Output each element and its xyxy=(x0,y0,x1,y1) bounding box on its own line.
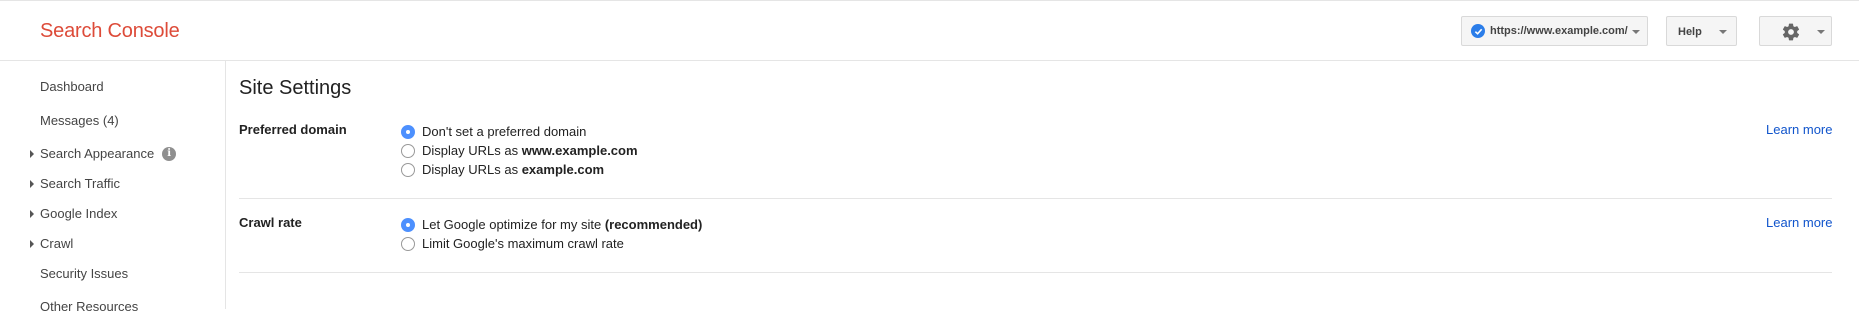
sidebar-item-label: Search Traffic xyxy=(40,176,120,191)
expand-arrow-icon xyxy=(30,239,34,248)
crawl-rate-option-limit[interactable]: Limit Google's maximum crawl rate xyxy=(401,236,624,251)
preferred-domain-option-none[interactable]: Don't set a preferred domain xyxy=(401,124,586,139)
learn-more-link-crawl-rate[interactable]: Learn more xyxy=(1766,215,1832,230)
radio-button[interactable] xyxy=(401,162,415,177)
sidebar-item-other-resources[interactable]: Other Resources xyxy=(40,299,138,314)
top-bar: Search Console https://www.example.com/ … xyxy=(0,0,1859,61)
sidebar-item-label: Security Issues xyxy=(40,266,129,281)
chevron-down-icon xyxy=(1817,30,1825,34)
option-label-domain: www.example.com xyxy=(521,143,638,158)
property-url: https://www.example.com/ xyxy=(1490,25,1628,37)
sidebar-item-security-issues[interactable]: Security Issues xyxy=(40,266,128,281)
preferred-domain-option-www[interactable]: Display URLs as www.example.com xyxy=(401,143,638,158)
gear-icon xyxy=(1782,23,1800,41)
learn-more-link-preferred-domain[interactable]: Learn more xyxy=(1766,122,1832,137)
brand-logo[interactable]: Search Console xyxy=(40,20,180,43)
sidebar-item-google-index[interactable]: Google Index xyxy=(30,206,118,221)
option-label: Limit Google's maximum crawl rate xyxy=(422,236,624,251)
settings-button[interactable] xyxy=(1759,16,1832,46)
option-label: Let Google optimize for my site xyxy=(422,217,605,232)
verified-check-icon xyxy=(1471,24,1485,38)
sidebar-item-label: Search Appearance xyxy=(40,146,155,161)
expand-arrow-icon xyxy=(30,209,34,218)
help-label: Help xyxy=(1678,26,1702,38)
sidebar-item-label: Google Index xyxy=(40,206,118,221)
radio-button[interactable] xyxy=(401,236,415,251)
sidebar-item-label: Crawl xyxy=(40,236,74,251)
option-label-domain: example.com xyxy=(521,162,605,177)
sidebar-item-label: Messages (4) xyxy=(40,113,119,128)
sidebar-item-crawl[interactable]: Crawl xyxy=(30,236,74,251)
chevron-down-icon xyxy=(1632,30,1640,34)
section-divider xyxy=(239,198,1832,199)
preferred-domain-option-non-www[interactable]: Display URLs as example.com xyxy=(401,162,604,177)
page-title: Site Settings xyxy=(239,77,352,99)
option-label: Don't set a preferred domain xyxy=(422,124,587,139)
sidebar-item-label: Dashboard xyxy=(40,79,104,94)
radio-button[interactable] xyxy=(401,124,415,139)
expand-arrow-icon xyxy=(30,179,34,188)
radio-button[interactable] xyxy=(401,217,415,232)
property-selector[interactable]: https://www.example.com/ xyxy=(1461,16,1648,46)
radio-button[interactable] xyxy=(401,143,415,158)
sidebar-item-dashboard[interactable]: Dashboard xyxy=(40,79,104,94)
crawl-rate-option-optimize[interactable]: Let Google optimize for my site (recomme… xyxy=(401,217,702,232)
option-label: Display URLs as xyxy=(422,143,522,158)
option-label: Display URLs as xyxy=(422,162,522,177)
sidebar-item-messages[interactable]: Messages (4) xyxy=(40,113,119,128)
option-label-recommended: (recommended) xyxy=(604,217,703,232)
crawl-rate-label: Crawl rate xyxy=(239,215,302,230)
sidebar-item-label: Other Resources xyxy=(40,299,139,314)
sidebar-item-search-traffic[interactable]: Search Traffic xyxy=(30,176,120,191)
sidebar-item-search-appearance[interactable]: Search Appearance i xyxy=(30,146,177,161)
preferred-domain-label: Preferred domain xyxy=(239,122,347,137)
section-divider xyxy=(239,272,1832,273)
expand-arrow-icon xyxy=(30,149,34,158)
info-icon[interactable]: i xyxy=(162,146,177,161)
help-button[interactable]: Help xyxy=(1666,16,1737,46)
sidebar-nav: Dashboard Messages (4) Search Appearance… xyxy=(0,61,226,314)
chevron-down-icon xyxy=(1719,30,1727,34)
